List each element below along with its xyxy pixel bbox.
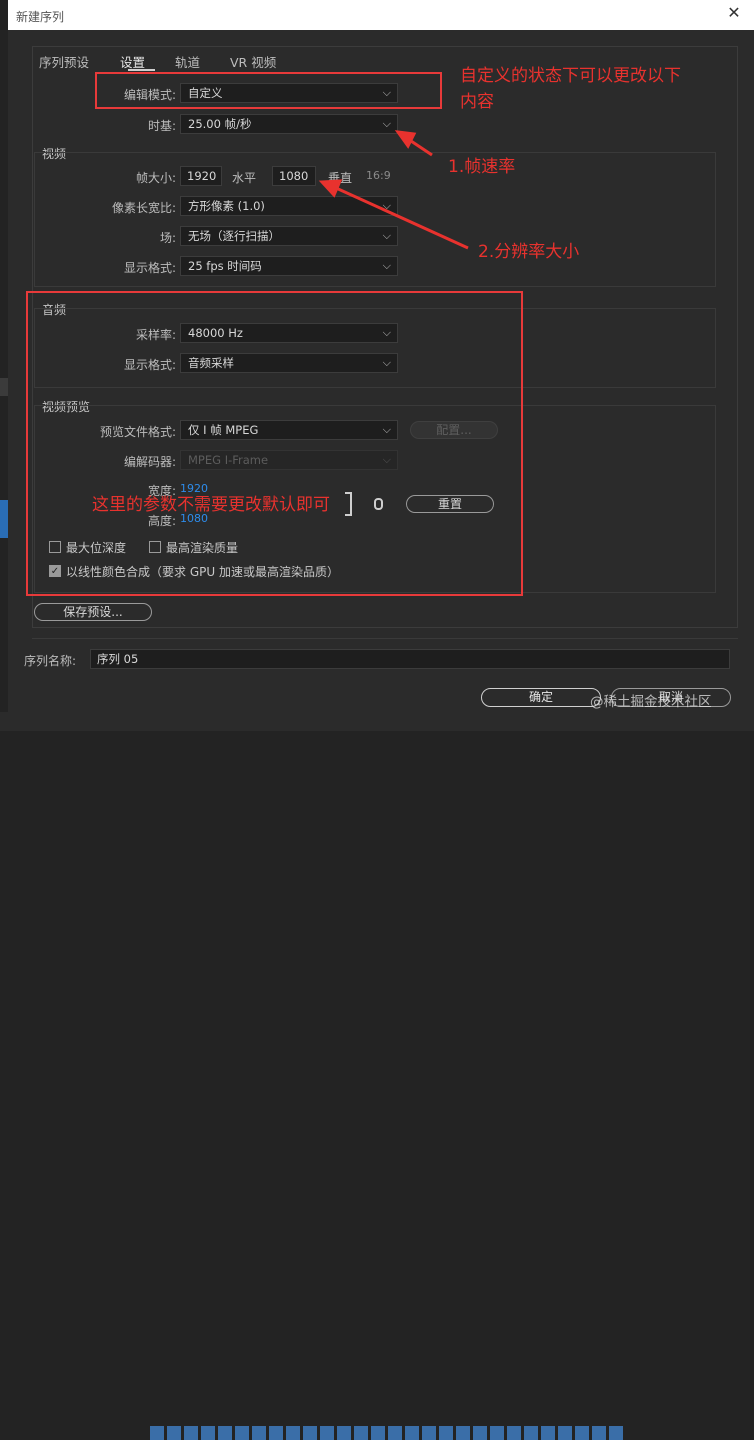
watermark-text: @稀土掘金技术社区 [590, 694, 712, 710]
annotation-arrows [318, 130, 469, 250]
background-timeline-cells [150, 1426, 623, 1440]
